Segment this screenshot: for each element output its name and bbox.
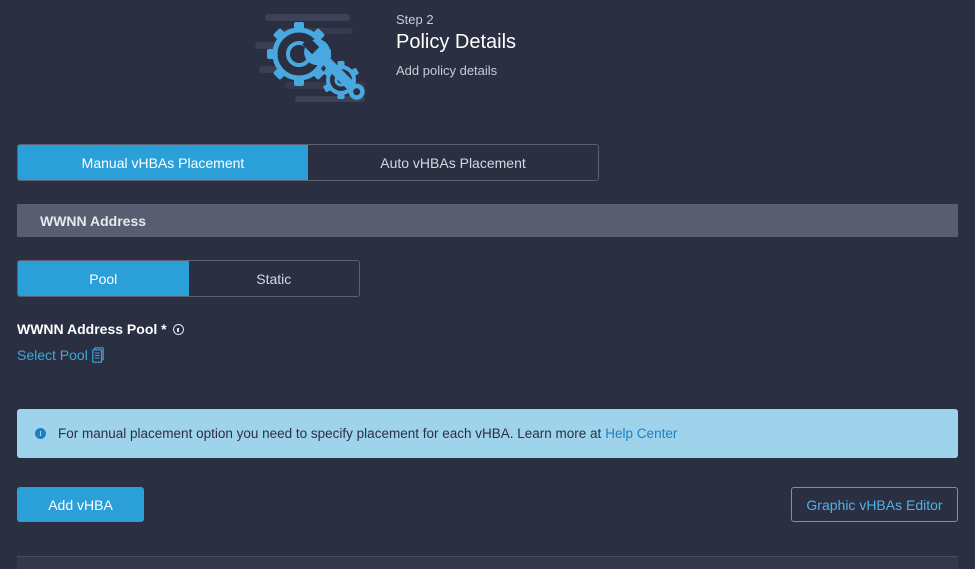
manual-placement-option[interactable]: Manual vHBAs Placement <box>18 145 308 180</box>
gear-wrench-illustration-icon <box>255 10 370 105</box>
info-icon[interactable] <box>172 323 184 335</box>
info-icon <box>35 428 46 439</box>
auto-placement-option[interactable]: Auto vHBAs Placement <box>308 145 598 180</box>
select-pool-label[interactable]: Select Pool <box>17 347 88 363</box>
placement-toggle: Manual vHBAs Placement Auto vHBAs Placem… <box>17 144 599 181</box>
select-pool-link[interactable]: Select Pool <box>17 347 104 363</box>
pool-field-label-text: WWNN Address Pool * <box>17 321 167 337</box>
add-vhba-button[interactable]: Add vHBA <box>17 487 144 522</box>
section-header: WWNN Address <box>17 204 958 237</box>
page-title: Policy Details <box>396 31 517 53</box>
document-icon[interactable] <box>92 347 104 363</box>
pool-option[interactable]: Pool <box>18 261 189 296</box>
help-center-link[interactable]: Help Center <box>605 426 677 441</box>
graphic-editor-button[interactable]: Graphic vHBAs Editor <box>791 487 958 522</box>
static-option[interactable]: Static <box>189 261 360 296</box>
vhba-table-header <box>17 556 958 569</box>
pool-field-label: WWNN Address Pool * <box>17 321 184 337</box>
step-label: Step 2 <box>396 12 434 27</box>
section-title: WWNN Address <box>40 212 147 229</box>
page-subtitle: Add policy details <box>396 63 498 78</box>
info-banner: For manual placement option you need to … <box>17 409 958 458</box>
banner-text: For manual placement option you need to … <box>58 426 602 441</box>
address-type-toggle: Pool Static <box>17 260 360 297</box>
